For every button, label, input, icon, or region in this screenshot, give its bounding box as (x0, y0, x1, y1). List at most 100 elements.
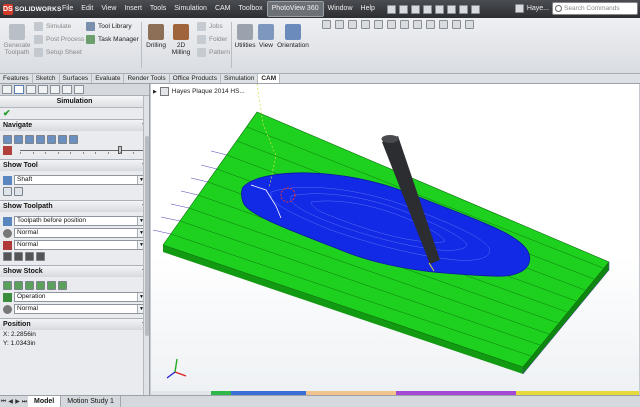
tab-cam[interactable]: CAM (258, 74, 281, 83)
next-tab-icon[interactable]: ▶ (14, 398, 21, 406)
tool-display-select[interactable]: Shaft ▼ (14, 175, 146, 185)
toolpath-option-1-icon[interactable] (3, 252, 12, 261)
menu-simulation[interactable]: Simulation (170, 0, 211, 18)
menu-cam[interactable]: CAM (211, 0, 235, 18)
play-icon[interactable] (3, 135, 12, 144)
menu-tools[interactable]: Tools (146, 0, 170, 18)
stock-option-1-icon[interactable] (3, 281, 12, 290)
fast-forward-icon[interactable] (47, 135, 56, 144)
utilities-button[interactable]: Utilities (233, 24, 257, 49)
task-manager-button[interactable]: Task Manager (86, 35, 139, 44)
simulate-button[interactable]: Simulate (34, 22, 71, 31)
new-icon[interactable] (386, 4, 396, 14)
menu-view[interactable]: View (97, 0, 120, 18)
zoom-area-icon[interactable] (335, 20, 344, 29)
generate-toolpath-button[interactable]: Generate Toolpath (2, 24, 32, 56)
feature-tree-flyout[interactable]: ▶ Hayes Plaque 2014 HS... (153, 87, 245, 96)
panel-scrollbar[interactable] (143, 96, 149, 395)
view-orientation-icon[interactable] (374, 20, 383, 29)
menu-edit[interactable]: Edit (77, 0, 97, 18)
display-style-icon[interactable] (387, 20, 396, 29)
hide-show-icon[interactable] (400, 20, 409, 29)
tab-motion-study-1[interactable]: Motion Study 1 (61, 396, 121, 407)
menu-window[interactable]: Window (324, 0, 357, 18)
folder-button[interactable]: Folder (197, 35, 227, 44)
cam-tab-icon[interactable] (62, 85, 72, 94)
save-icon[interactable] (410, 4, 420, 14)
stock-option-3-icon[interactable] (25, 281, 34, 290)
end-icon[interactable] (69, 135, 78, 144)
stock-option-4-icon[interactable] (36, 281, 45, 290)
stock-display-select[interactable]: Operation ▼ (14, 292, 146, 302)
menu-toolbox[interactable]: Toolbox (235, 0, 267, 18)
post-process-button[interactable]: Post Process (34, 35, 84, 44)
toolpath-mode-select-1[interactable]: Normal ▼ (14, 228, 146, 238)
tab-simulation[interactable]: Simulation (221, 74, 259, 83)
menu-photoview[interactable]: PhotoView 360 (266, 1, 324, 17)
toolpath-option-3-icon[interactable] (25, 252, 34, 261)
tool-shank-icon[interactable] (14, 187, 23, 196)
stock-option-5-icon[interactable] (47, 281, 56, 290)
jobs-button[interactable]: Jobs (197, 22, 223, 31)
menu-insert[interactable]: Insert (120, 0, 146, 18)
stock-option-6-icon[interactable] (58, 281, 67, 290)
tool-holder-icon[interactable] (3, 187, 12, 196)
section-view-icon[interactable] (361, 20, 370, 29)
scene-icon[interactable] (426, 20, 435, 29)
step-back-icon[interactable] (14, 135, 23, 144)
pattern-button[interactable]: Pattern (197, 48, 230, 57)
2d-milling-button[interactable]: 2D Milling (170, 24, 192, 56)
display-manager-tab-icon[interactable] (50, 85, 60, 94)
appearance-icon[interactable] (413, 20, 422, 29)
toolpath-mode-select-2[interactable]: Normal ▼ (14, 240, 146, 250)
configuration-tab-icon[interactable] (26, 85, 36, 94)
select-icon[interactable] (446, 4, 456, 14)
drilling-button[interactable]: Drilling (144, 24, 168, 49)
dim-expert-tab-icon[interactable] (38, 85, 48, 94)
expand-arrow-icon[interactable]: ▶ (153, 89, 157, 95)
tab-evaluate[interactable]: Evaluate (92, 74, 125, 83)
print-icon[interactable] (422, 4, 432, 14)
tab-model[interactable]: Model (28, 396, 62, 407)
first-tab-icon[interactable]: ⏮ (0, 398, 7, 406)
stock-option-2-icon[interactable] (14, 281, 23, 290)
view-button[interactable]: View (258, 24, 274, 49)
tool-library-button[interactable]: Tool Library (86, 22, 132, 31)
zoom-fit-icon[interactable] (322, 20, 331, 29)
view-settings-icon[interactable] (439, 20, 448, 29)
toolpath-option-4-icon[interactable] (36, 252, 45, 261)
show-toolpath-header[interactable]: Show Toolpath ⌃ (0, 201, 149, 212)
pause-icon[interactable] (58, 135, 67, 144)
navigate-group-header[interactable]: Navigate ⌃ (0, 120, 149, 131)
show-stock-header[interactable]: Show Stock ⌃ (0, 266, 149, 277)
scrollbar-thumb[interactable] (145, 136, 149, 336)
setup-sheet-button[interactable]: Setup Sheet (34, 48, 82, 57)
position-header[interactable]: Position ⌃ (0, 319, 149, 330)
tab-render-tools[interactable]: Render Tools (124, 74, 170, 83)
feature-tree-tab-icon[interactable] (2, 85, 12, 94)
toolpath-option-2-icon[interactable] (14, 252, 23, 261)
orientation-button[interactable]: Orientation (276, 24, 310, 49)
simulation-speed-slider[interactable] (20, 146, 146, 155)
tab-office-products[interactable]: Office Products (170, 74, 221, 83)
previous-view-icon[interactable] (348, 20, 357, 29)
toolpath-display-select[interactable]: Toolpath before position ▼ (14, 216, 146, 226)
last-tab-icon[interactable]: ⏭ (21, 398, 28, 406)
tab-sketch[interactable]: Sketch (33, 74, 60, 83)
stock-mode-select[interactable]: Normal ▼ (14, 304, 146, 314)
cam-operation-tab-icon[interactable] (74, 85, 84, 94)
property-manager-tab-icon[interactable] (14, 85, 24, 94)
solidworks-logo[interactable]: DS SOLIDWORKS (0, 0, 61, 18)
options-icon[interactable] (465, 20, 474, 29)
search-commands-input[interactable]: Search Commands (552, 2, 638, 15)
undo-icon[interactable] (434, 4, 444, 14)
options-icon[interactable] (470, 4, 480, 14)
tab-surfaces[interactable]: Surfaces (60, 74, 93, 83)
menu-file[interactable]: File (58, 0, 77, 18)
help-icon[interactable] (514, 4, 524, 13)
step-forward-icon[interactable] (25, 135, 34, 144)
open-icon[interactable] (398, 4, 408, 14)
show-tool-header[interactable]: Show Tool ⌃ (0, 160, 149, 171)
rewind-icon[interactable] (36, 135, 45, 144)
prev-tab-icon[interactable]: ◀ (7, 398, 14, 406)
